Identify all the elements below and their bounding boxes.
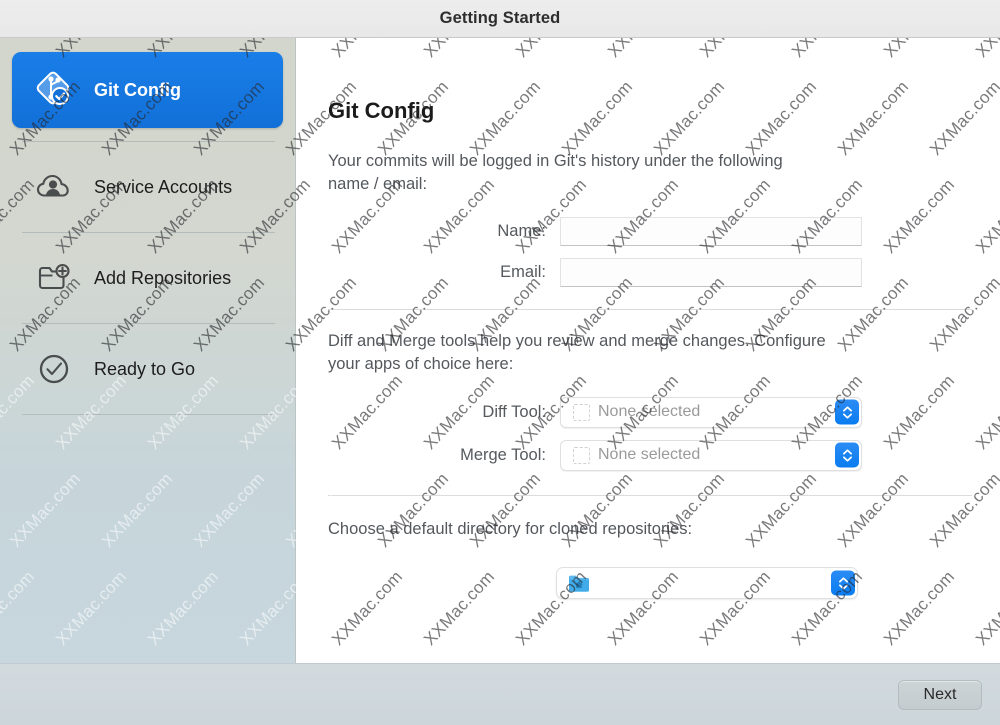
- directory-row: [328, 567, 972, 600]
- blue-home-folder-icon: [568, 574, 590, 593]
- window-body: Git Config Service Accounts Add Reposito…: [0, 38, 1000, 663]
- email-label: Email:: [500, 262, 546, 281]
- tools-paragraph: Diff and Merge tools help you review and…: [328, 331, 826, 374]
- app-placeholder-icon: [573, 403, 590, 421]
- section-divider-tools: [328, 308, 972, 310]
- merge-tool-label: Merge Tool:: [460, 445, 546, 464]
- diff-tool-popup-button[interactable]: None selected: [560, 396, 862, 428]
- diff-tool-label: Diff Tool:: [482, 402, 546, 421]
- chevron-down-icon: [838, 584, 848, 590]
- name-label: Name:: [497, 221, 546, 240]
- section-divider-directory: [328, 494, 972, 496]
- sidebar-item-label: Service Accounts: [94, 176, 233, 197]
- chevron-down-icon: [842, 456, 852, 462]
- folder-plus-icon: [32, 256, 76, 300]
- sidebar-divider: [22, 414, 275, 415]
- wizard-sidebar: Git Config Service Accounts Add Reposito…: [0, 38, 296, 663]
- app-placeholder-icon: [573, 446, 590, 464]
- merge-tool-row: Merge Tool: None selected: [328, 439, 972, 471]
- merge-tool-stepper-icon[interactable]: [835, 442, 859, 468]
- wizard-footer: Next: [0, 663, 1000, 725]
- diff-tool-stepper-icon[interactable]: [835, 399, 859, 425]
- sidebar-item-git-config[interactable]: Git Config: [12, 52, 283, 128]
- sidebar-divider: [22, 141, 275, 142]
- sidebar-item-label: Git Config: [94, 79, 181, 100]
- cloud-person-icon: [32, 165, 76, 209]
- page-title: Git Config: [328, 98, 435, 123]
- intro-paragraph: Your commits will be logged in Git's his…: [328, 152, 783, 194]
- sidebar-item-service-accounts[interactable]: Service Accounts: [12, 155, 283, 219]
- sidebar-item-ready-to-go[interactable]: Ready to Go: [12, 337, 283, 401]
- sidebar-item-label: Add Repositories: [94, 267, 232, 288]
- sidebar-item-label: Ready to Go: [94, 358, 196, 379]
- name-row: Name:: [328, 216, 972, 246]
- email-row: Email:: [328, 257, 972, 287]
- chevron-up-icon: [842, 406, 852, 412]
- sidebar-item-add-repositories[interactable]: Add Repositories: [12, 246, 283, 310]
- merge-tool-popup-button[interactable]: None selected: [560, 439, 862, 471]
- git-config-icon: [32, 68, 76, 112]
- title-bar: Getting Started: [0, 0, 1000, 38]
- check-circle-icon: [32, 347, 76, 391]
- chevron-down-icon: [842, 413, 852, 419]
- window-title: Getting Started: [439, 9, 561, 27]
- wizard-content-pane: Git Config Your commits will be logged i…: [296, 38, 1000, 663]
- next-button[interactable]: Next: [898, 679, 982, 710]
- directory-popup-button[interactable]: [556, 567, 858, 600]
- sidebar-divider: [22, 232, 275, 233]
- diff-tool-value: None selected: [598, 403, 701, 421]
- sidebar-divider: [22, 323, 275, 324]
- name-input[interactable]: [560, 216, 862, 246]
- diff-tool-row: Diff Tool: None selected: [328, 396, 972, 428]
- directory-stepper-icon[interactable]: [831, 570, 855, 596]
- getting-started-window: Getting Started Git Config Service Accou…: [0, 0, 1000, 725]
- identity-fields: Name: Email:: [328, 216, 972, 287]
- merge-tool-value: None selected: [598, 446, 701, 464]
- tool-fields: Diff Tool: None selected Merge Tool: Non…: [328, 396, 972, 471]
- chevron-up-icon: [842, 449, 852, 455]
- directory-paragraph: Choose a default directory for cloned re…: [328, 519, 693, 538]
- email-input[interactable]: [560, 257, 862, 287]
- chevron-up-icon: [838, 577, 848, 583]
